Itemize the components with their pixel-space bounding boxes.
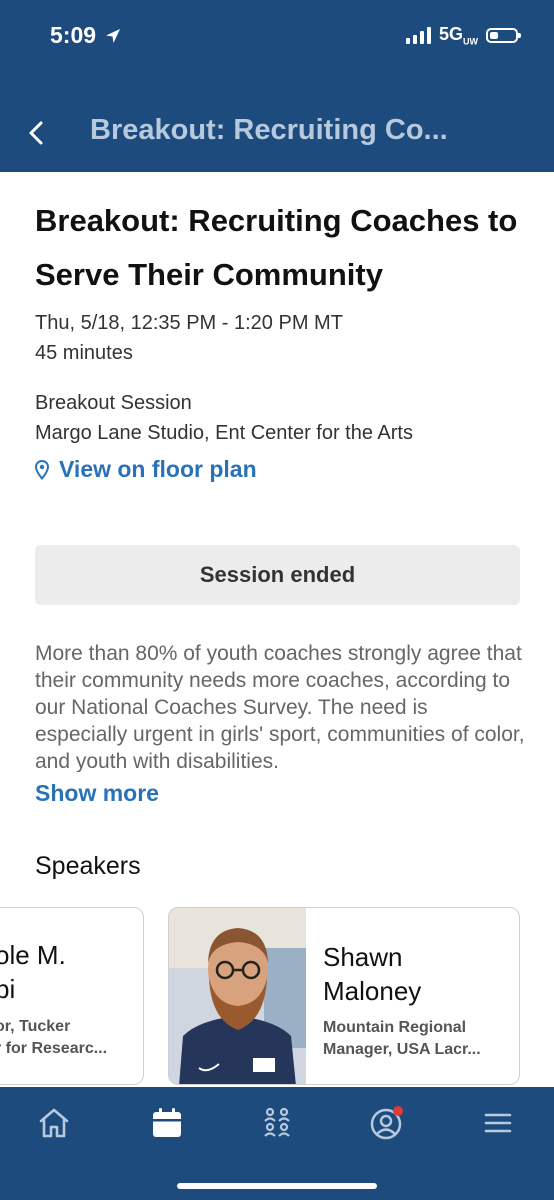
speaker-name: ole M. bi (0, 940, 66, 1004)
session-duration: 45 minutes (35, 342, 133, 364)
floor-plan-label: View on floor plan (59, 456, 257, 482)
tab-attendees[interactable] (252, 1103, 302, 1143)
menu-icon (484, 1113, 512, 1133)
notification-dot (393, 1106, 403, 1116)
tab-home[interactable] (29, 1103, 79, 1143)
session-location: Margo Lane Studio, Ent Center for the Ar… (35, 422, 413, 444)
status-indicators: 5GUW (405, 24, 521, 47)
speakers-heading: Speakers (35, 852, 141, 880)
map-pin-icon (35, 459, 49, 480)
session-description: More than 80% of youth coaches strongly … (35, 642, 525, 772)
signal-icon (405, 26, 431, 44)
session-title: Breakout: Recruiting Coaches to Serve Th… (35, 203, 518, 292)
floor-plan-link[interactable]: View on floor plan (35, 456, 257, 483)
speaker-name: Shawn Maloney (323, 942, 422, 1006)
clock-text: 5:09 (50, 22, 97, 48)
tab-menu[interactable] (473, 1103, 523, 1143)
profile-icon (370, 1106, 403, 1140)
show-more-link[interactable]: Show more (35, 780, 167, 807)
speaker-role: Mountain Regional Manager, USA Lacr... (323, 1019, 481, 1058)
network-label: 5GUW (438, 24, 478, 47)
session-detail[interactable]: Breakout: Recruiting Coaches to Serve Th… (0, 172, 554, 1087)
home-icon (39, 1108, 69, 1138)
location-arrow-icon (106, 28, 121, 43)
nav-title: Breakout: Recruiting Co... (90, 114, 448, 146)
speaker-card[interactable]: ole M. bi or, Tucker r for Researc... (0, 907, 144, 1085)
battery-icon (486, 27, 521, 43)
session-type: Breakout Session (35, 392, 192, 414)
chevron-left-icon (29, 121, 43, 145)
home-indicator[interactable] (177, 1183, 377, 1189)
speaker-role: or, Tucker r for Researc... (0, 1018, 108, 1057)
calendar-icon (153, 1108, 181, 1137)
tab-agenda[interactable] (142, 1103, 192, 1143)
session-time: Thu, 5/18, 12:35 PM - 1:20 PM MT 45 minu… (35, 308, 343, 368)
session-info: Breakout Session Margo Lane Studio, Ent … (35, 388, 413, 448)
tab-profile[interactable] (362, 1103, 412, 1143)
speaker-card[interactable]: Shawn Maloney Mountain Regional Manager,… (168, 907, 520, 1085)
session-datetime: Thu, 5/18, 12:35 PM - 1:20 PM MT (35, 312, 343, 334)
speaker-photo (169, 908, 306, 1084)
status-time: 5:09 (50, 22, 122, 49)
people-icon (264, 1107, 290, 1137)
back-button[interactable] (22, 116, 50, 150)
session-ended-button[interactable]: Session ended (35, 545, 520, 605)
app-header: 5:09 5GUW Breakout: Recruiting Co... (0, 0, 554, 172)
